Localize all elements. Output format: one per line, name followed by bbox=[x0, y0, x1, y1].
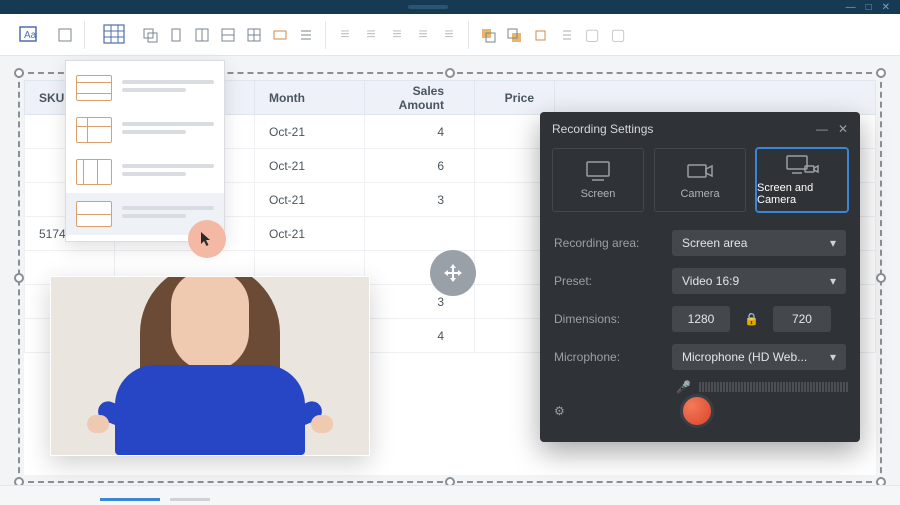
width-input[interactable]: 1280 bbox=[672, 306, 730, 332]
split-v-icon[interactable] bbox=[191, 24, 213, 46]
style-thumb-icon bbox=[76, 201, 112, 227]
resize-handle[interactable] bbox=[14, 68, 24, 78]
chevron-down-icon: ▾ bbox=[830, 350, 836, 364]
cursor-highlight bbox=[188, 220, 226, 258]
window-close[interactable]: ✕ bbox=[882, 2, 890, 13]
split-h-icon[interactable] bbox=[217, 24, 239, 46]
send-back-icon[interactable] bbox=[503, 24, 525, 46]
label-dimensions: Dimensions: bbox=[554, 312, 662, 326]
style-thumb-icon bbox=[76, 75, 112, 101]
active-sheet-tab[interactable] bbox=[100, 498, 160, 501]
cell[interactable]: Oct-21 bbox=[255, 115, 365, 149]
cell[interactable]: 4 bbox=[365, 319, 475, 353]
label-microphone: Microphone: bbox=[554, 350, 662, 364]
mode-screen-and-camera[interactable]: Screen and Camera bbox=[756, 148, 848, 212]
sheet-tabs-strip[interactable] bbox=[0, 485, 900, 505]
panel-minimize-icon[interactable]: — bbox=[816, 122, 828, 136]
resize-handle[interactable] bbox=[445, 68, 455, 78]
style-desc bbox=[122, 164, 214, 180]
record-button[interactable] bbox=[680, 394, 714, 428]
mode-label: Camera bbox=[680, 188, 719, 200]
style-thumb-icon bbox=[76, 117, 112, 143]
dropdown-item[interactable] bbox=[66, 67, 224, 109]
style-desc bbox=[122, 206, 214, 222]
style-desc bbox=[122, 80, 214, 96]
header-sales[interactable]: Sales Amount bbox=[365, 81, 475, 115]
overlap-icon[interactable] bbox=[139, 24, 161, 46]
move-overlay-handle[interactable] bbox=[430, 250, 476, 296]
height-input[interactable]: 720 bbox=[773, 306, 831, 332]
table-style-dropdown[interactable] bbox=[65, 60, 225, 242]
grid-icon[interactable] bbox=[243, 24, 265, 46]
sheet-tab[interactable] bbox=[170, 498, 210, 501]
header-price[interactable]: Price bbox=[475, 81, 555, 115]
align-2-icon[interactable]: ≡ bbox=[360, 24, 382, 46]
settings-gear-icon[interactable]: ⚙ bbox=[554, 404, 565, 418]
dropdown-item[interactable] bbox=[66, 109, 224, 151]
preset-select[interactable]: Video 16:9 ▾ bbox=[672, 268, 846, 294]
header-month[interactable]: Month bbox=[255, 81, 365, 115]
cell[interactable]: 4 bbox=[365, 115, 475, 149]
panel-title: Recording Settings bbox=[552, 122, 653, 136]
svg-text:Aa: Aa bbox=[24, 30, 37, 41]
chevron-down-icon: ▾ bbox=[830, 274, 836, 288]
cell[interactable] bbox=[365, 217, 475, 251]
column-icon[interactable] bbox=[165, 24, 187, 46]
disabled-2-icon: ▢ bbox=[607, 24, 629, 46]
indent-icon[interactable] bbox=[555, 24, 577, 46]
header-blank[interactable] bbox=[555, 81, 876, 115]
mode-label: Screen and Camera bbox=[757, 182, 847, 206]
label-preset: Preset: bbox=[554, 274, 662, 288]
recording-settings-panel[interactable]: Recording Settings — ✕ Screen Camera Scr… bbox=[540, 112, 860, 442]
align-5-icon[interactable]: ≡ bbox=[438, 24, 460, 46]
format-icon[interactable] bbox=[54, 24, 76, 46]
dropdown-item[interactable] bbox=[66, 151, 224, 193]
mode-camera[interactable]: Camera bbox=[654, 148, 746, 212]
align-1-icon[interactable]: ≡ bbox=[334, 24, 356, 46]
select-value: Microphone (HD Web... bbox=[682, 350, 807, 364]
select-value: Video 16:9 bbox=[682, 274, 739, 288]
cell[interactable]: Oct-21 bbox=[255, 217, 365, 251]
mode-screen[interactable]: Screen bbox=[552, 148, 644, 212]
cell[interactable]: 6 bbox=[365, 149, 475, 183]
resize-handle[interactable] bbox=[876, 68, 886, 78]
cell[interactable]: 3 bbox=[365, 183, 475, 217]
label-recording-area: Recording area: bbox=[554, 236, 662, 250]
resize-handle[interactable] bbox=[876, 273, 886, 283]
disabled-1-icon: ▢ bbox=[581, 24, 603, 46]
resize-handle[interactable] bbox=[14, 273, 24, 283]
style-thumb-icon bbox=[76, 159, 112, 185]
window-drag-handle[interactable] bbox=[408, 5, 448, 9]
cell[interactable]: Oct-21 bbox=[255, 149, 365, 183]
recording-area-select[interactable]: Screen area ▾ bbox=[672, 230, 846, 256]
table-menu-trigger[interactable] bbox=[93, 17, 135, 53]
bring-front-icon[interactable] bbox=[477, 24, 499, 46]
align-4-icon[interactable]: ≡ bbox=[412, 24, 434, 46]
window-minimize[interactable]: — bbox=[846, 2, 856, 13]
cell[interactable]: Oct-21 bbox=[255, 183, 365, 217]
lock-aspect-icon[interactable]: 🔒 bbox=[740, 312, 763, 326]
webcam-preview[interactable] bbox=[50, 276, 370, 456]
ribbon-toolbar: Aa ≡ ≡ ≡ ≡ ≡ ▢ ▢ bbox=[0, 14, 900, 56]
select-value: Screen area bbox=[682, 236, 747, 250]
window-titlebar: — □ ✕ bbox=[0, 0, 900, 14]
window-maximize[interactable]: □ bbox=[866, 2, 872, 13]
align-3-icon[interactable]: ≡ bbox=[386, 24, 408, 46]
ratio-icon[interactable] bbox=[269, 24, 291, 46]
arrange-icon[interactable] bbox=[529, 24, 551, 46]
chevron-down-icon: ▾ bbox=[830, 236, 836, 250]
style-desc bbox=[122, 122, 214, 138]
panel-close-icon[interactable]: ✕ bbox=[838, 122, 848, 136]
microphone-select[interactable]: Microphone (HD Web... ▾ bbox=[672, 344, 846, 370]
text-style-icon[interactable]: Aa bbox=[8, 17, 50, 53]
list-icon[interactable] bbox=[295, 24, 317, 46]
mode-label: Screen bbox=[581, 188, 616, 200]
